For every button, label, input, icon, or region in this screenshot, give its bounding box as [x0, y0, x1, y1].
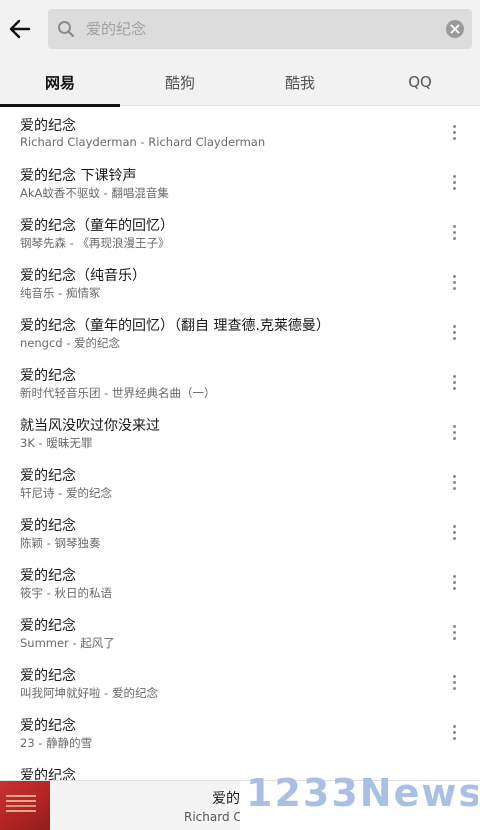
search-box[interactable] — [48, 9, 472, 49]
song-row[interactable]: 爱的纪念（纯音乐） 纯音乐 - 痴情冢 — [0, 257, 480, 307]
tab-kuwo[interactable]: 酷我 — [240, 58, 360, 106]
close-icon — [450, 24, 460, 34]
more-options-button[interactable] — [444, 621, 464, 643]
song-title: 爱的纪念（童年的回忆）（翻自 理查德.克莱德曼） — [20, 318, 330, 334]
search-input[interactable] — [86, 9, 426, 49]
song-artist-album: 叫我阿坤就好啦 - 爱的纪念 — [20, 686, 158, 700]
song-row[interactable]: 爱的纪念 陈颖 - 钢琴独奏 — [0, 507, 480, 557]
more-options-button[interactable] — [444, 321, 464, 343]
more-options-button[interactable] — [444, 671, 464, 693]
search-icon — [58, 21, 75, 38]
song-title: 爱的纪念 — [20, 118, 76, 134]
song-artist-album: AkA蚊香不驱蚊 - 翻唱混音集 — [20, 186, 169, 200]
now-playing-artist: Richard Cl — [184, 810, 246, 824]
album-art[interactable] — [0, 781, 50, 830]
song-row[interactable]: 爱的纪念（童年的回忆）（翻自 理查德.克莱德曼） nengcd - 爱的纪念 — [0, 307, 480, 357]
more-vertical-icon — [452, 674, 456, 678]
song-title: 爱的纪念（童年的回忆） — [20, 218, 174, 234]
more-options-button[interactable] — [444, 571, 464, 593]
song-artist-album: Richard Clayderman - Richard Clayderman — [20, 135, 266, 149]
song-artist-album: 新时代轻音乐团 - 世界经典名曲（一） — [20, 386, 216, 400]
more-options-button[interactable] — [444, 271, 464, 293]
song-row[interactable]: 爱的纪念 Summer - 起风了 — [0, 607, 480, 657]
song-row[interactable]: 爱的纪念 筱宇 - 秋日的私语 — [0, 557, 480, 607]
more-vertical-icon — [452, 174, 456, 178]
tab-kugou[interactable]: 酷狗 — [120, 58, 240, 106]
more-vertical-icon — [452, 324, 456, 328]
back-button[interactable] — [4, 9, 36, 49]
song-title: 爱的纪念 — [20, 568, 76, 584]
more-options-button[interactable] — [444, 171, 464, 193]
more-vertical-icon — [452, 224, 456, 228]
song-row[interactable]: 爱的纪念 23 - 静静的雪 — [0, 707, 480, 757]
more-vertical-icon — [452, 124, 456, 128]
song-artist-album: 23 - 静静的雪 — [20, 736, 93, 750]
arrow-left-icon — [9, 19, 31, 39]
more-options-button[interactable] — [444, 371, 464, 393]
song-artist-album: 筱宇 - 秋日的私语 — [20, 586, 112, 600]
more-options-button[interactable] — [444, 121, 464, 143]
song-row[interactable]: 爱的纪念 Richard Clayderman - Richard Clayde… — [0, 107, 480, 157]
song-row[interactable]: 爱的纪念 新时代轻音乐团 - 世界经典名曲（一） — [0, 357, 480, 407]
more-options-button[interactable] — [444, 221, 464, 243]
more-vertical-icon — [452, 524, 456, 528]
more-vertical-icon — [452, 724, 456, 728]
now-playing-title: 爱的 — [212, 791, 240, 807]
more-options-button[interactable] — [444, 421, 464, 443]
song-title: 爱的纪念 下课铃声 — [20, 168, 137, 184]
song-artist-album: 钢琴先森 - 《再现浪漫王子》 — [20, 236, 170, 250]
song-row[interactable]: 就当风没吹过你没来过 3K - 暧昧无罪 — [0, 407, 480, 457]
song-title: 就当风没吹过你没来过 — [20, 418, 160, 434]
song-list: 爱的纪念 Richard Clayderman - Richard Clayde… — [0, 107, 480, 780]
song-title: 爱的纪念 — [20, 718, 76, 734]
more-options-button[interactable] — [444, 471, 464, 493]
song-artist-album: nengcd - 爱的纪念 — [20, 336, 121, 350]
song-row[interactable]: 爱的纪念 下课铃声 AkA蚊香不驱蚊 - 翻唱混音集 — [0, 157, 480, 207]
tab-qq[interactable]: QQ — [360, 58, 480, 106]
more-options-button[interactable] — [444, 721, 464, 743]
song-title: 爱的纪念 — [20, 468, 76, 484]
watermark-text: 1233News — [246, 771, 478, 814]
top-bar — [0, 0, 480, 58]
more-vertical-icon — [452, 474, 456, 478]
tab-netease[interactable]: 网易 — [0, 58, 120, 107]
song-row[interactable]: 爱的纪念 叫我阿坤就好啦 - 爱的纪念 — [0, 657, 480, 707]
song-title: 爱的纪念（纯音乐） — [20, 268, 146, 284]
song-artist-album: 陈颖 - 钢琴独奏 — [20, 536, 101, 550]
song-title: 爱的纪念 — [20, 618, 76, 634]
song-artist-album: 轩尼诗 - 爱的纪念 — [20, 486, 112, 500]
song-artist-album: 纯音乐 - 痴情冢 — [20, 286, 101, 300]
more-options-button[interactable] — [444, 521, 464, 543]
more-vertical-icon — [452, 624, 456, 628]
clear-search-button[interactable] — [446, 20, 464, 38]
song-artist-album: 3K - 暧昧无罪 — [20, 436, 93, 450]
song-row[interactable]: 爱的纪念（童年的回忆） 钢琴先森 - 《再现浪漫王子》 — [0, 207, 480, 257]
more-vertical-icon — [452, 274, 456, 278]
song-title: 爱的纪念 — [20, 768, 76, 780]
song-title: 爱的纪念 — [20, 368, 76, 384]
song-artist-album: Summer - 起风了 — [20, 636, 115, 650]
song-title: 爱的纪念 — [20, 518, 76, 534]
song-row[interactable]: 爱的纪念 轩尼诗 - 爱的纪念 — [0, 457, 480, 507]
song-title: 爱的纪念 — [20, 668, 76, 684]
more-vertical-icon — [452, 424, 456, 428]
source-tabs: 网易 酷狗 酷我 QQ — [0, 58, 480, 107]
more-vertical-icon — [452, 574, 456, 578]
watermark: 1233News — [246, 771, 478, 814]
more-vertical-icon — [452, 374, 456, 378]
